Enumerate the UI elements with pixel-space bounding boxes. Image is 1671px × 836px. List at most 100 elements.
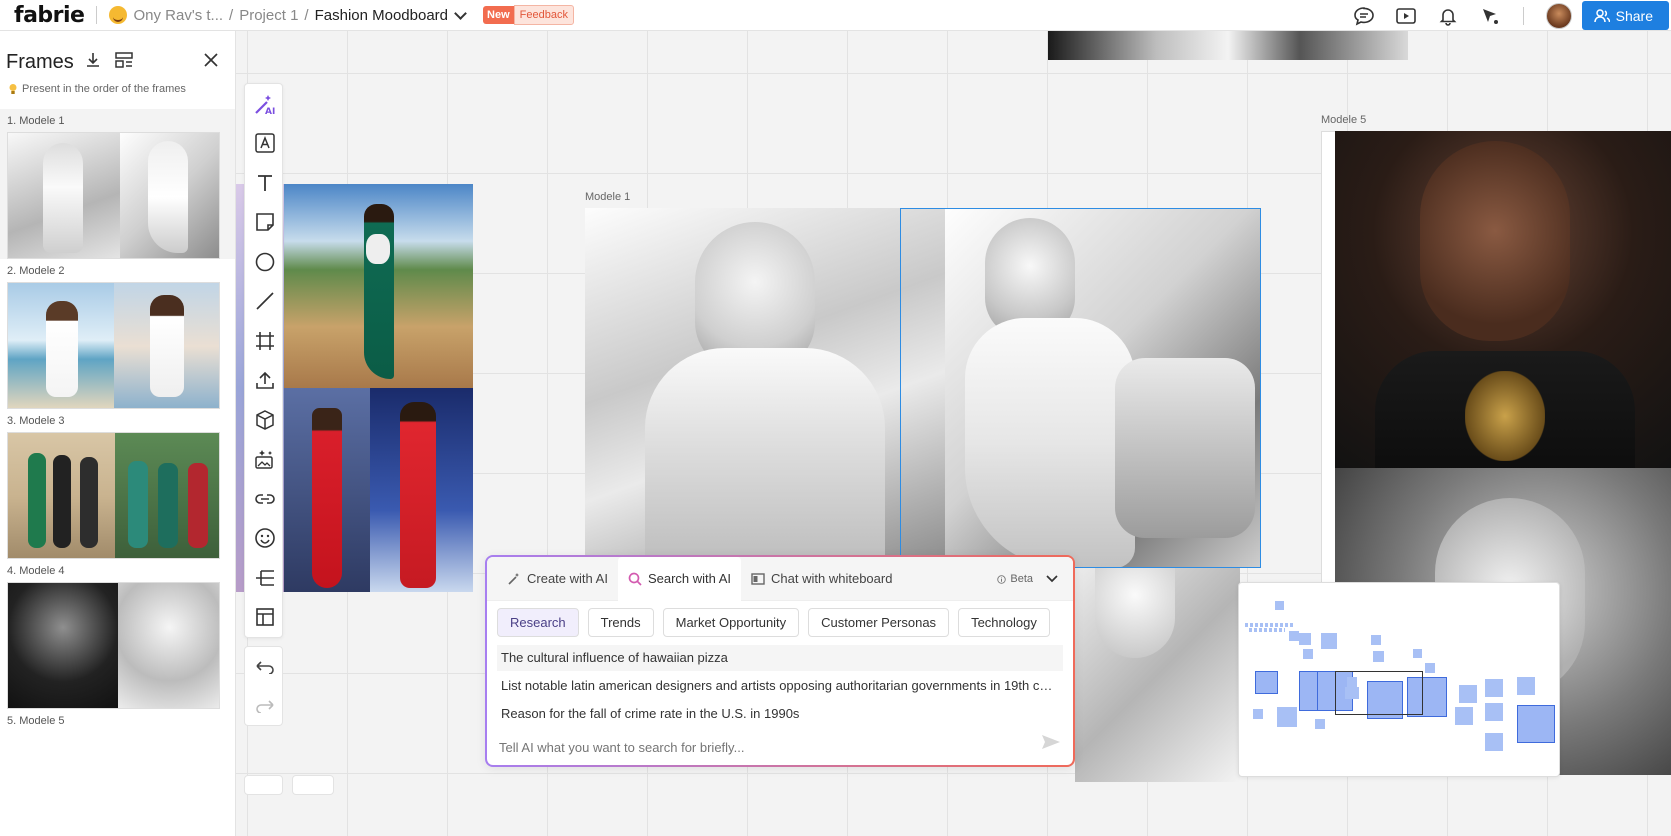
chevron-down-icon: [1046, 575, 1058, 583]
search-icon: [628, 572, 642, 586]
frame-label: 1. Modele 1: [7, 115, 65, 127]
frame-list-item[interactable]: 4. Modele 4: [0, 559, 235, 709]
new-badge: New: [483, 6, 514, 24]
magic-wand-icon: [508, 572, 519, 585]
frame-label: 4. Modele 4: [7, 565, 65, 577]
tab-create-with-ai[interactable]: Create with AI: [497, 557, 618, 601]
canvas-image[interactable]: [370, 388, 473, 592]
layout-icon[interactable]: [114, 51, 134, 74]
template-icon[interactable]: [245, 598, 284, 638]
frame-list-item[interactable]: 2. Modele 2: [0, 259, 235, 409]
ai-magic-icon[interactable]: AI: [245, 84, 284, 124]
frames-panel: Frames Present in the order of the frame…: [0, 31, 236, 836]
send-icon[interactable]: [1041, 734, 1061, 755]
tab-label: Chat with whiteboard: [771, 571, 893, 586]
whiteboard-icon: [751, 572, 765, 585]
text-icon[interactable]: [245, 163, 284, 203]
frame-list-item[interactable]: 1. Modele 1: [0, 109, 235, 259]
selection-outline: [900, 208, 1261, 568]
chevron-down-icon[interactable]: [454, 6, 467, 20]
upload-icon[interactable]: [245, 361, 284, 401]
chip-technology[interactable]: Technology: [958, 608, 1050, 637]
breadcrumb-workspace[interactable]: Ony Rav's t...: [133, 7, 223, 24]
line-icon[interactable]: [245, 282, 284, 322]
beta-toggle[interactable]: Beta: [997, 557, 1059, 601]
frame-thumbnail: [7, 432, 220, 559]
tab-search-with-ai[interactable]: Search with AI: [617, 556, 742, 601]
breadcrumb-project[interactable]: Project 1: [239, 7, 298, 24]
close-icon[interactable]: [203, 52, 219, 73]
panel-title: Frames: [6, 50, 74, 73]
beta-label: Beta: [1010, 573, 1033, 585]
workspace-emoji-icon: [109, 6, 128, 24]
suggestion-item[interactable]: List notable latin american designers an…: [497, 673, 1063, 699]
frame-label: 2. Modele 2: [7, 265, 65, 277]
undo-icon[interactable]: [245, 647, 284, 687]
ai-search-input[interactable]: [499, 740, 1019, 755]
frame-icon[interactable]: [245, 321, 284, 361]
emoji-icon[interactable]: [245, 519, 284, 559]
breadcrumb-board[interactable]: Fashion Moodboard: [315, 7, 448, 24]
frame-label: 5. Modele 5: [7, 715, 65, 727]
frame-label: 3. Modele 3: [7, 415, 65, 427]
canvas-image[interactable]: [284, 388, 370, 592]
tool-bar: AI: [244, 83, 283, 638]
header-actions: Share: [1343, 0, 1671, 31]
users-icon: [1593, 8, 1610, 22]
suggestion-item[interactable]: Reason for the fall of crime rate in the…: [497, 701, 1063, 727]
redo-icon[interactable]: [245, 687, 284, 727]
chip-customer-personas[interactable]: Customer Personas: [808, 608, 950, 637]
info-icon: [997, 574, 1007, 584]
cursor-icon[interactable]: [1469, 0, 1511, 31]
canvas-image[interactable]: [1075, 568, 1240, 782]
svg-text:AI: AI: [265, 107, 275, 116]
frame-thumbnail: [7, 132, 220, 259]
chip-research[interactable]: Research: [497, 608, 579, 637]
ai-tab-bar: Create with AI Search with AI Chat with …: [487, 556, 1073, 601]
breadcrumb-separator: /: [304, 6, 309, 24]
frame-title-modele-5[interactable]: Modele 5: [1321, 114, 1366, 126]
circle-icon[interactable]: [245, 242, 284, 282]
panel-hint-text: Present in the order of the frames: [22, 83, 186, 95]
3d-box-icon[interactable]: [245, 400, 284, 440]
canvas-image[interactable]: [1335, 131, 1671, 468]
breadcrumb-separator: /: [229, 6, 234, 24]
top-bar: fabrie Ony Rav's t... / Project 1 / Fash…: [0, 0, 1671, 31]
canvas-image[interactable]: [284, 184, 473, 388]
app-logo[interactable]: fabrie: [14, 3, 85, 28]
chip-trends[interactable]: Trends: [587, 608, 654, 637]
sticky-note-icon[interactable]: [245, 203, 284, 243]
comment-icon[interactable]: [1343, 0, 1385, 31]
present-icon[interactable]: [1385, 0, 1427, 31]
minimap[interactable]: [1238, 582, 1560, 777]
tab-label: Search with AI: [647, 571, 732, 586]
frame-list-item[interactable]: 5. Modele 5: [0, 709, 235, 732]
feedback-button[interactable]: Feedback: [513, 5, 574, 25]
share-label: Share: [1615, 7, 1653, 24]
lightbulb-icon: [9, 84, 17, 94]
canvas-image[interactable]: [1048, 31, 1408, 60]
topic-chips: Research Trends Market Opportunity Custo…: [487, 601, 1073, 637]
frame-list-item[interactable]: 3. Modele 3: [0, 409, 235, 559]
chip-market-opportunity[interactable]: Market Opportunity: [662, 608, 800, 637]
divider: [1522, 6, 1524, 25]
canvas-image[interactable]: [585, 208, 945, 568]
suggestion-item[interactable]: The cultural influence of hawaiian pizza: [497, 645, 1063, 671]
text-frame-icon[interactable]: [245, 124, 284, 164]
download-icon[interactable]: [84, 51, 102, 74]
frame-thumbnail: [7, 582, 220, 709]
ai-panel: Create with AI Search with AI Chat with …: [485, 555, 1075, 767]
frame-thumbnail: [7, 282, 220, 409]
toolbar-stub[interactable]: [292, 775, 334, 795]
toolbar-stub[interactable]: [244, 775, 283, 795]
link-icon[interactable]: [245, 479, 284, 519]
share-button[interactable]: Share: [1581, 1, 1669, 30]
mindmap-icon[interactable]: [245, 558, 284, 598]
frame-title-modele-1[interactable]: Modele 1: [585, 191, 630, 203]
ai-image-icon[interactable]: [245, 440, 284, 480]
panel-hint: Present in the order of the frames: [0, 75, 235, 95]
tab-chat-with-whiteboard[interactable]: Chat with whiteboard: [741, 557, 902, 601]
bell-icon[interactable]: [1427, 0, 1469, 31]
avatar[interactable]: [1545, 2, 1572, 29]
history-bar: [244, 646, 283, 726]
